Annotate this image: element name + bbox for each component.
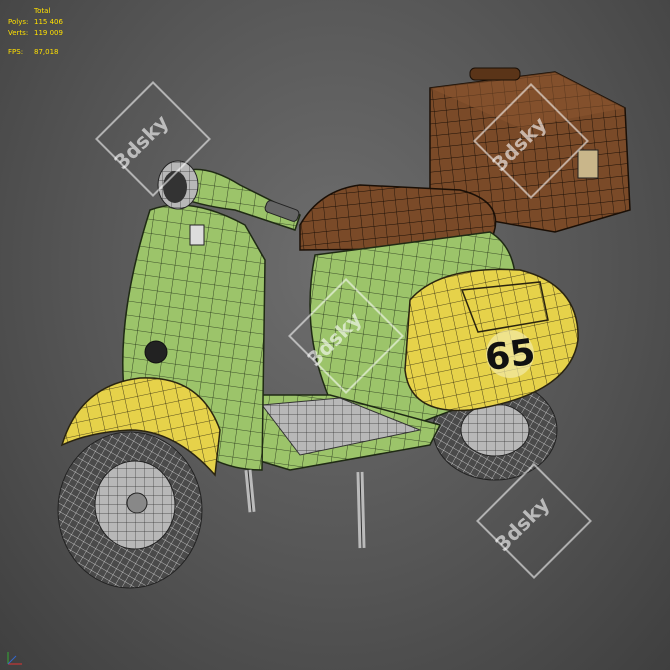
axis-gizmo-icon xyxy=(7,652,22,665)
race-number: 65 xyxy=(483,330,538,379)
race-number-text: 65 xyxy=(483,332,538,380)
front-wheel xyxy=(57,431,203,589)
stand xyxy=(244,469,366,549)
